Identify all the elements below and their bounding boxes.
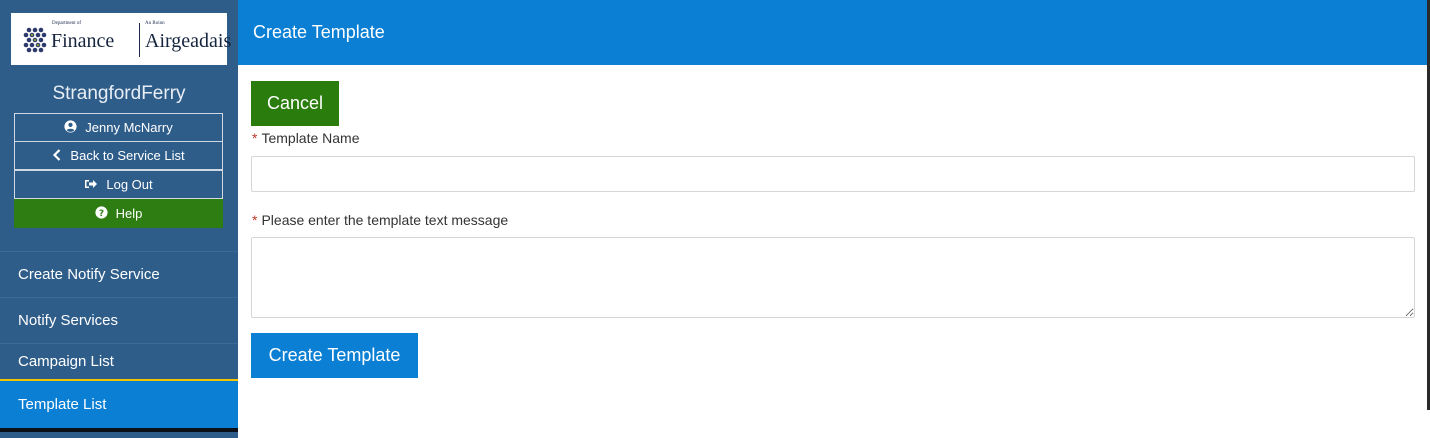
help-button[interactable]: ? Help <box>14 199 223 228</box>
template-message-label-text: Please enter the template text message <box>261 212 509 228</box>
template-name-label: * Template Name <box>252 130 360 146</box>
sign-out-icon <box>84 178 98 192</box>
required-marker: * <box>252 212 258 228</box>
sidebar-item-template-list[interactable]: Template List <box>0 379 238 428</box>
chevron-left-icon <box>52 148 62 163</box>
question-circle-icon: ? <box>95 206 108 221</box>
help-label: Help <box>115 206 143 221</box>
template-name-label-text: Template Name <box>261 130 360 146</box>
logo-emblem-icon <box>23 27 47 53</box>
logo-irish-small: An Roinn <box>145 21 165 26</box>
sidebar-item-label: Create Notify Service <box>18 266 160 283</box>
template-name-input[interactable] <box>251 156 1415 192</box>
logout-link[interactable]: Log Out <box>14 170 223 199</box>
sidebar-item-create-notify-service[interactable]: Create Notify Service <box>0 251 238 297</box>
cancel-button[interactable]: Cancel <box>251 81 339 126</box>
logout-label: Log Out <box>106 177 153 192</box>
user-profile-link[interactable]: Jenny McNarry <box>14 113 223 142</box>
back-to-service-list-link[interactable]: Back to Service List <box>14 141 223 170</box>
logo-dept-big: Finance <box>51 30 115 52</box>
template-message-textarea[interactable] <box>251 237 1415 318</box>
page-header: Create Template <box>238 0 1427 65</box>
logo-divider <box>139 23 140 57</box>
user-name: Jenny McNarry <box>85 120 173 135</box>
required-marker: * <box>252 130 258 146</box>
logo-dept-small: Department of <box>52 21 82 26</box>
sidebar-item-campaign-list[interactable]: Campaign List <box>0 343 238 379</box>
page-title: Create Template <box>253 22 385 42</box>
back-label: Back to Service List <box>70 148 185 163</box>
logo-irish-big: Airgeadais <box>145 30 232 52</box>
user-circle-icon <box>64 120 77 135</box>
sidebar-item-label: Campaign List <box>18 353 114 370</box>
service-name: StrangfordFerry <box>52 83 186 104</box>
sidebar-item-notify-services[interactable]: Notify Services <box>0 297 238 343</box>
sidebar-bottom-divider <box>0 428 238 432</box>
create-template-button[interactable]: Create Template <box>251 333 418 378</box>
sidebar-item-label: Notify Services <box>18 312 119 329</box>
sidebar: Department of Finance An Roinn Airgeadai… <box>0 0 238 438</box>
template-message-label: * Please enter the template text message <box>252 212 508 228</box>
sidebar-item-label: Template List <box>18 396 107 413</box>
department-logo: Department of Finance An Roinn Airgeadai… <box>11 13 231 65</box>
svg-text:?: ? <box>99 209 104 219</box>
